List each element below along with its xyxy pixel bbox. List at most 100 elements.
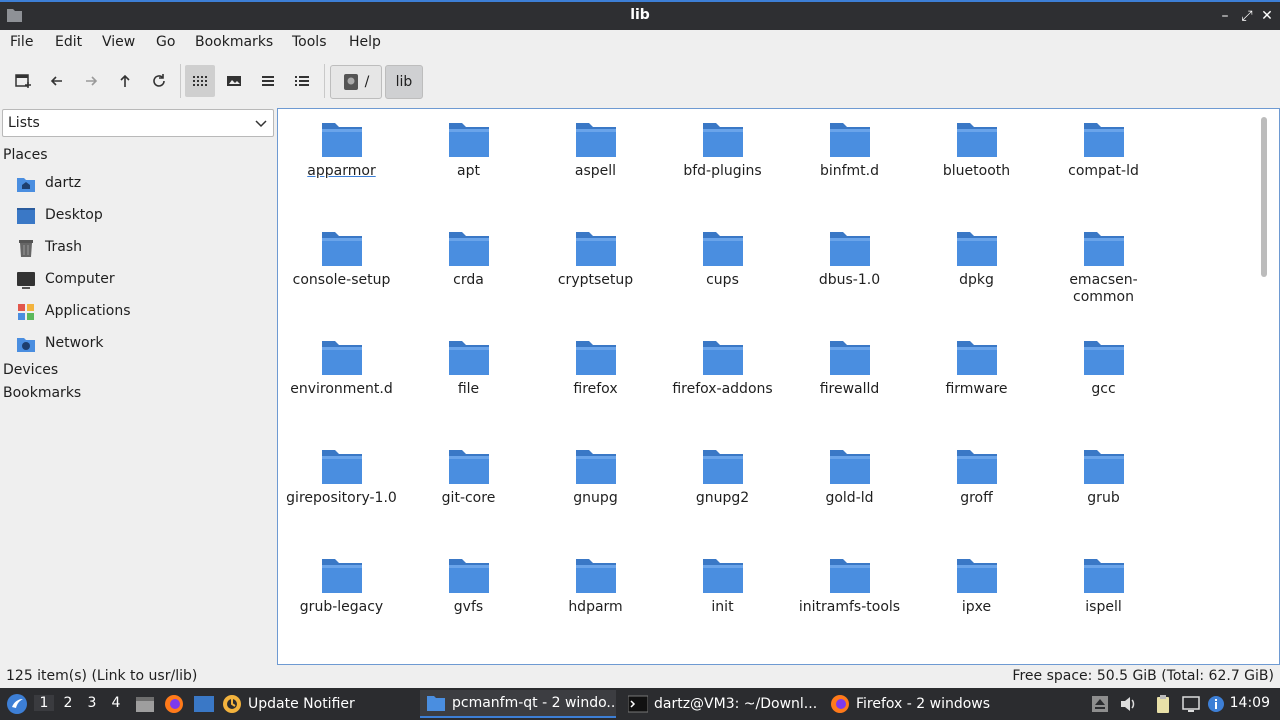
thumbnail-view-button[interactable] bbox=[219, 65, 249, 97]
icon-view-button[interactable] bbox=[185, 65, 215, 97]
folder-item[interactable]: bluetooth bbox=[914, 115, 1039, 215]
forward-button[interactable] bbox=[76, 65, 106, 97]
network-status-icon[interactable] bbox=[1181, 694, 1201, 714]
quicklaunch-file-manager[interactable] bbox=[134, 688, 156, 720]
folder-item[interactable]: console-setup bbox=[279, 224, 404, 324]
folder-item[interactable]: emacsen-common bbox=[1041, 224, 1166, 324]
folder-name: file bbox=[457, 381, 480, 397]
volume-icon[interactable] bbox=[1118, 694, 1138, 714]
compact-view-button[interactable] bbox=[253, 65, 283, 97]
file-icon-view[interactable]: apparmor apt aspell bfd-plugins binfmt.d blue… bbox=[277, 108, 1280, 665]
folder-item[interactable]: gcc bbox=[1041, 333, 1166, 433]
desktop-switch-2[interactable]: 2 bbox=[58, 695, 78, 711]
folder-icon bbox=[322, 450, 362, 484]
sidebar-item-applications[interactable]: Applications bbox=[16, 300, 271, 324]
detailed-view-button[interactable] bbox=[287, 65, 317, 97]
close-button[interactable]: ✕ bbox=[1258, 7, 1276, 25]
devices-header[interactable]: Devices bbox=[3, 362, 58, 378]
folder-item[interactable]: gold-ld bbox=[787, 442, 912, 542]
folder-item[interactable]: init bbox=[660, 551, 785, 651]
up-button[interactable] bbox=[110, 65, 140, 97]
info-icon[interactable] bbox=[1206, 694, 1226, 714]
task-label: Update Notifier bbox=[248, 696, 355, 712]
folder-item[interactable]: apt bbox=[406, 115, 531, 215]
start-menu-button[interactable] bbox=[4, 688, 30, 720]
menu-file[interactable]: File bbox=[10, 34, 33, 50]
desktop-switch-4[interactable]: 4 bbox=[106, 695, 126, 711]
folder-item[interactable]: aspell bbox=[533, 115, 658, 215]
places-header[interactable]: Places bbox=[3, 147, 48, 163]
folder-item[interactable]: apparmor bbox=[279, 115, 404, 215]
desktop-switch-1[interactable]: 1 bbox=[34, 695, 54, 711]
folder-item[interactable]: ipxe bbox=[914, 551, 1039, 651]
folder-item[interactable]: file bbox=[406, 333, 531, 433]
minimize-button[interactable]: – bbox=[1216, 7, 1234, 25]
vertical-scrollbar[interactable] bbox=[1261, 109, 1275, 664]
file-manager-icon bbox=[136, 697, 154, 712]
sidebar-item-trash[interactable]: Trash bbox=[16, 236, 271, 260]
folder-item[interactable]: firefox-addons bbox=[660, 333, 785, 433]
menu-help[interactable]: Help bbox=[349, 34, 381, 50]
quicklaunch-firefox[interactable] bbox=[163, 688, 185, 720]
menu-tools[interactable]: Tools bbox=[292, 34, 327, 50]
sidebar-item-network[interactable]: Network bbox=[16, 332, 271, 356]
clock[interactable]: 14:09 bbox=[1230, 695, 1270, 711]
folder-item[interactable]: ispell bbox=[1041, 551, 1166, 651]
reload-button[interactable] bbox=[144, 65, 174, 97]
folder-item[interactable]: cups bbox=[660, 224, 785, 324]
folder-name: gnupg2 bbox=[695, 490, 750, 506]
task-label: pcmanfm-qt - 2 windo... bbox=[452, 695, 616, 711]
menu-go[interactable]: Go bbox=[156, 34, 175, 50]
eject-icon[interactable] bbox=[1090, 694, 1110, 714]
folder-item[interactable]: dpkg bbox=[914, 224, 1039, 324]
folder-item[interactable]: firmware bbox=[914, 333, 1039, 433]
folder-item[interactable]: hdparm bbox=[533, 551, 658, 651]
menu-bookmarks[interactable]: Bookmarks bbox=[195, 34, 273, 50]
desktop-switch-3[interactable]: 3 bbox=[82, 695, 102, 711]
folder-item[interactable]: dbus-1.0 bbox=[787, 224, 912, 324]
task-update-notifier[interactable]: Update Notifier bbox=[222, 690, 418, 718]
folder-item[interactable]: gvfs bbox=[406, 551, 531, 651]
task-pcmanfm-qt[interactable]: pcmanfm-qt - 2 windo... bbox=[420, 690, 616, 718]
side-pane-mode-select[interactable]: Lists bbox=[2, 109, 274, 137]
quicklaunch-desktop[interactable] bbox=[192, 688, 216, 720]
sidebar-item-dartz[interactable]: dartz bbox=[16, 172, 271, 196]
menu-view[interactable]: View bbox=[102, 34, 135, 50]
back-button[interactable] bbox=[42, 65, 72, 97]
bookmarks-header[interactable]: Bookmarks bbox=[3, 385, 81, 401]
folder-item[interactable]: git-core bbox=[406, 442, 531, 542]
sidebar-item-computer[interactable]: Computer bbox=[16, 268, 271, 292]
folder-item[interactable]: binfmt.d bbox=[787, 115, 912, 215]
scrollbar-thumb[interactable] bbox=[1261, 117, 1267, 277]
folder-item[interactable]: crda bbox=[406, 224, 531, 324]
breadcrumb-current[interactable]: lib bbox=[385, 65, 423, 99]
lubuntu-logo-icon bbox=[7, 694, 27, 714]
task-firefox[interactable]: Firefox - 2 windows bbox=[824, 690, 1020, 718]
folder-item[interactable]: gnupg bbox=[533, 442, 658, 542]
clipboard-icon[interactable] bbox=[1153, 694, 1173, 714]
sidebar-item-label: dartz bbox=[45, 175, 82, 191]
folder-item[interactable]: firewalld bbox=[787, 333, 912, 433]
folder-item[interactable]: bfd-plugins bbox=[660, 115, 785, 215]
folder-icon bbox=[1084, 123, 1124, 157]
task-terminal[interactable]: dartz@VM3: ~/Downl... bbox=[622, 690, 818, 718]
maximize-button[interactable]: ⤢ bbox=[1238, 7, 1256, 25]
folder-item[interactable]: firefox bbox=[533, 333, 658, 433]
folder-item[interactable]: compat-ld bbox=[1041, 115, 1166, 215]
folder-item[interactable]: environment.d bbox=[279, 333, 404, 433]
folder-item[interactable]: girepository-1.0 bbox=[279, 442, 404, 542]
breadcrumb-root[interactable]: / bbox=[330, 65, 382, 99]
breadcrumb-current-label: lib bbox=[395, 74, 413, 90]
folder-item[interactable]: groff bbox=[914, 442, 1039, 542]
sidebar-item-desktop[interactable]: Desktop bbox=[16, 204, 271, 228]
new-tab-button[interactable] bbox=[8, 65, 38, 97]
folder-item[interactable]: grub bbox=[1041, 442, 1166, 542]
folder-name: groff bbox=[960, 490, 993, 506]
folder-icon bbox=[322, 341, 362, 375]
folder-item[interactable]: gnupg2 bbox=[660, 442, 785, 542]
folder-item[interactable]: initramfs-tools bbox=[787, 551, 912, 651]
menu-edit[interactable]: Edit bbox=[55, 34, 82, 50]
folder-item[interactable]: cryptsetup bbox=[533, 224, 658, 324]
folder-item[interactable]: grub-legacy bbox=[279, 551, 404, 651]
desktop-icon bbox=[194, 696, 214, 712]
